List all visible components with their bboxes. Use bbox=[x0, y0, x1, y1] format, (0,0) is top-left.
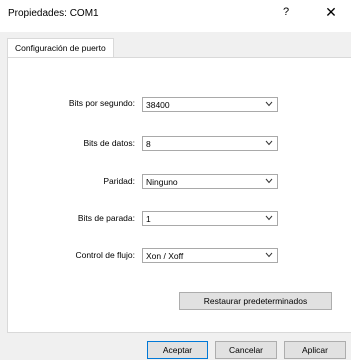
parity-select[interactable]: Ninguno bbox=[142, 174, 278, 189]
apply-button[interactable]: Aplicar bbox=[284, 341, 346, 359]
stop-bits-value: 1 bbox=[146, 214, 151, 224]
chevron-down-icon bbox=[265, 178, 273, 184]
chevron-down-icon bbox=[265, 101, 273, 107]
tab-strip: Configuración de puerto bbox=[0, 32, 351, 58]
chevron-down-icon bbox=[265, 215, 273, 221]
title-bar: Propiedades: COM1 ? ✕ bbox=[0, 0, 351, 32]
flow-control-label: Control de flujo: bbox=[75, 250, 135, 260]
properties-dialog: Propiedades: COM1 ? ✕ Configuración de p… bbox=[0, 0, 351, 360]
stop-bits-select[interactable]: 1 bbox=[142, 211, 278, 226]
bits-per-second-label: Bits por segundo: bbox=[68, 98, 135, 108]
bits-per-second-select[interactable]: 38400 bbox=[142, 97, 278, 112]
chevron-down-icon bbox=[265, 252, 273, 258]
parity-label: Paridad: bbox=[103, 176, 135, 186]
ok-button[interactable]: Aceptar bbox=[147, 341, 208, 359]
restore-defaults-button[interactable]: Restaurar predeterminados bbox=[179, 292, 332, 310]
chevron-down-icon bbox=[265, 140, 273, 146]
tab-port-settings[interactable]: Configuración de puerto bbox=[7, 38, 114, 58]
data-bits-select[interactable]: 8 bbox=[142, 136, 278, 151]
parity-value: Ninguno bbox=[146, 177, 178, 187]
window-title: Propiedades: COM1 bbox=[8, 8, 99, 19]
port-settings-panel: Bits por segundo: 38400 Bits de datos: 8… bbox=[7, 57, 351, 333]
data-bits-value: 8 bbox=[146, 139, 151, 149]
bits-per-second-value: 38400 bbox=[146, 100, 170, 110]
flow-control-select[interactable]: Xon / Xoff bbox=[142, 248, 278, 263]
data-bits-label: Bits de datos: bbox=[83, 138, 135, 148]
close-button[interactable]: ✕ bbox=[322, 4, 340, 21]
flow-control-value: Xon / Xoff bbox=[146, 251, 184, 261]
help-button[interactable]: ? bbox=[277, 6, 295, 18]
stop-bits-label: Bits de parada: bbox=[77, 213, 135, 223]
cancel-button[interactable]: Cancelar bbox=[215, 341, 277, 359]
